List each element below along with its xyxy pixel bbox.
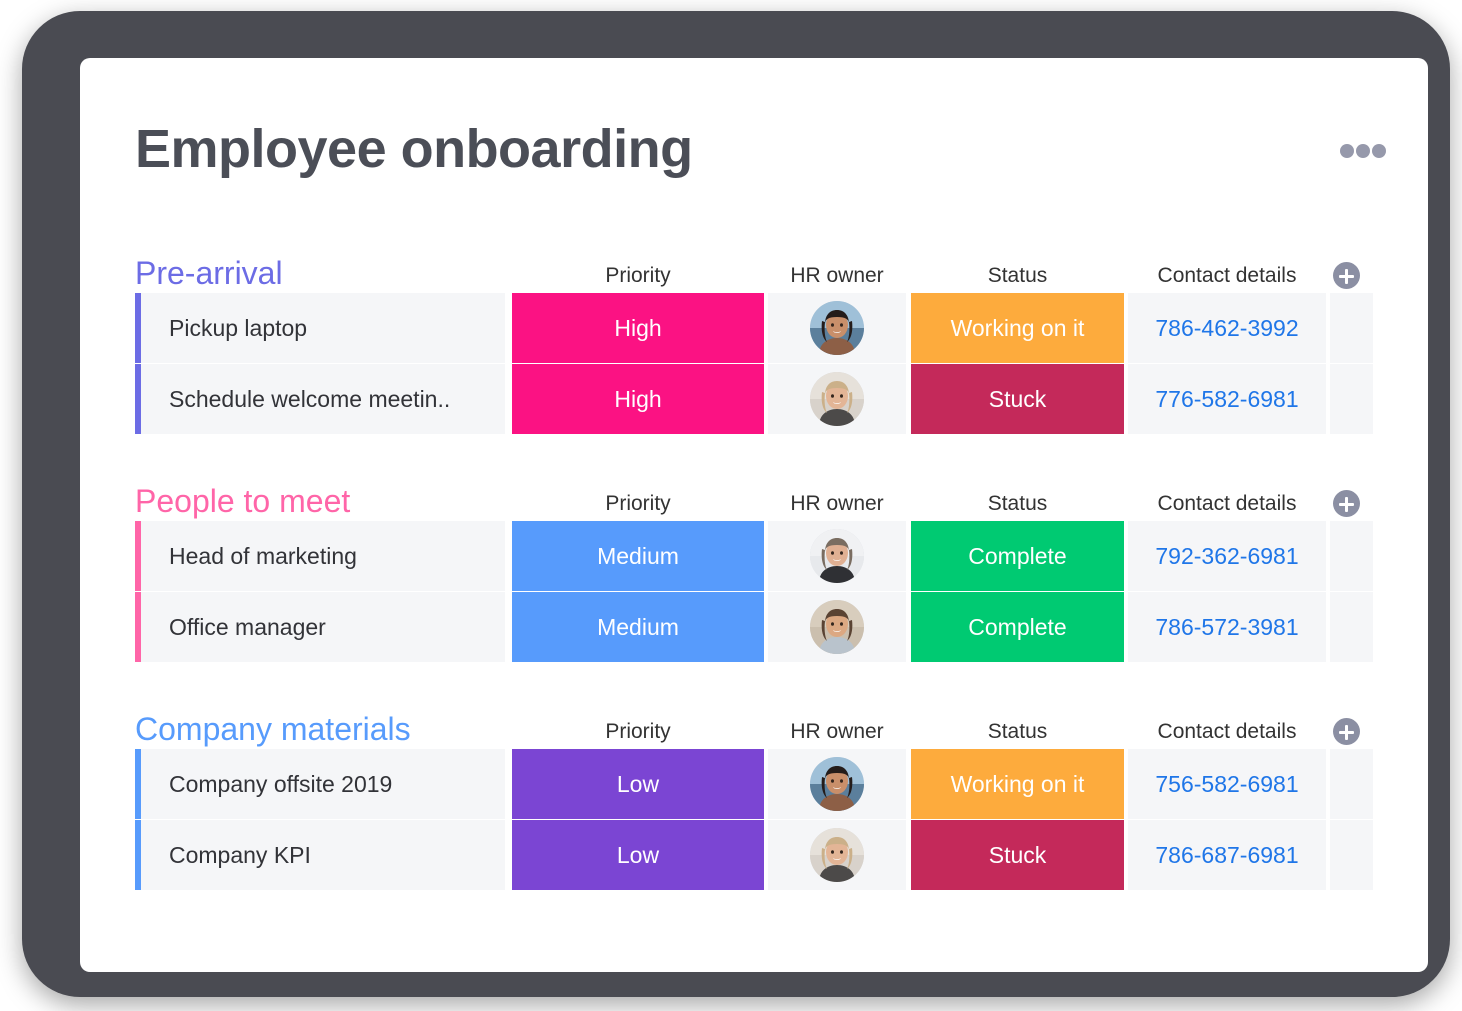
contact-phone-link[interactable]: 792-362-6981 [1128,521,1326,591]
priority-badge[interactable]: High [512,293,764,363]
add-column-button[interactable] [1333,490,1360,517]
priority-badge[interactable]: High [512,364,764,434]
group-header-row: Pre-arrival Priority HR owner Status Contact… [135,248,1373,292]
hr-owner-cell[interactable] [768,364,906,434]
table-row[interactable]: Schedule welcome meetin.. High Stuck 776-58… [135,364,1373,434]
column-header-owner[interactable]: HR owner [768,492,906,516]
add-column-button[interactable] [1333,262,1360,289]
board-group: Company materials Priority HR owner Status C… [135,704,1373,890]
status-badge[interactable]: Working on it [911,293,1124,363]
column-header-status[interactable]: Status [911,720,1124,744]
contact-phone-link[interactable]: 786-687-6981 [1128,820,1326,890]
row-extra-cell[interactable] [1330,293,1373,363]
column-header-owner[interactable]: HR owner [768,264,906,288]
contact-phone-link[interactable]: 776-582-6981 [1128,364,1326,434]
group-title[interactable]: People to meet [135,482,350,520]
row-item-name[interactable]: Company offsite 2019 [135,749,505,819]
status-badge[interactable]: Complete [911,592,1124,662]
board-group: Pre-arrival Priority HR owner Status Contact… [135,248,1373,434]
column-header-priority[interactable]: Priority [512,720,764,744]
table-row[interactable]: Pickup laptop High Working on it 786-462-39… [135,293,1373,363]
avatar[interactable] [810,600,864,654]
hr-owner-cell[interactable] [768,521,906,591]
column-header-contact[interactable]: Contact details [1128,492,1326,516]
group-header-row: People to meet Priority HR owner Status Cont… [135,476,1373,520]
table-row[interactable]: Head of marketing Medium Complete 792-362-6… [135,521,1373,591]
more-dot-icon [1372,144,1386,158]
status-badge[interactable]: Complete [911,521,1124,591]
row-item-name[interactable]: Head of marketing [135,521,505,591]
hr-owner-cell[interactable] [768,820,906,890]
hr-owner-cell[interactable] [768,749,906,819]
row-extra-cell[interactable] [1330,749,1373,819]
tablet-screen: Employee onboarding Pre-arrival Priority H… [80,58,1428,972]
status-badge[interactable]: Stuck [911,820,1124,890]
row-item-name[interactable]: Schedule welcome meetin.. [135,364,505,434]
row-extra-cell[interactable] [1330,592,1373,662]
table-row[interactable]: Company KPI Low Stuck 786-687-6981 [135,820,1373,890]
row-item-name[interactable]: Company KPI [135,820,505,890]
tablet-device-frame: Employee onboarding Pre-arrival Priority H… [22,11,1450,997]
priority-badge[interactable]: Low [512,820,764,890]
priority-badge[interactable]: Medium [512,592,764,662]
avatar[interactable] [810,757,864,811]
add-column-button[interactable] [1333,718,1360,745]
priority-badge[interactable]: Medium [512,521,764,591]
more-options-button[interactable] [1340,143,1386,159]
plus-icon [1345,724,1348,740]
hr-owner-cell[interactable] [768,592,906,662]
row-item-name[interactable]: Pickup laptop [135,293,505,363]
page-title: Employee onboarding [135,119,693,179]
plus-icon [1345,496,1348,512]
more-dot-icon [1340,144,1354,158]
column-header-owner[interactable]: HR owner [768,720,906,744]
row-extra-cell[interactable] [1330,521,1373,591]
board-group: People to meet Priority HR owner Status Cont… [135,476,1373,662]
row-extra-cell[interactable] [1330,364,1373,434]
avatar[interactable] [810,828,864,882]
column-header-status[interactable]: Status [911,264,1124,288]
contact-phone-link[interactable]: 786-572-3981 [1128,592,1326,662]
table-row[interactable]: Office manager Medium Complete 786-572-3981 [135,592,1373,662]
priority-badge[interactable]: Low [512,749,764,819]
status-badge[interactable]: Stuck [911,364,1124,434]
group-title[interactable]: Company materials [135,710,411,748]
contact-phone-link[interactable]: 756-582-6981 [1128,749,1326,819]
board-groups: Pre-arrival Priority HR owner Status Contact… [135,248,1373,890]
avatar[interactable] [810,372,864,426]
column-header-contact[interactable]: Contact details [1128,720,1326,744]
hr-owner-cell[interactable] [768,293,906,363]
plus-icon [1345,268,1348,284]
table-row[interactable]: Company offsite 2019 Low Working on it 756-… [135,749,1373,819]
column-header-priority[interactable]: Priority [512,264,764,288]
board-header: Employee onboarding [135,116,1386,188]
contact-phone-link[interactable]: 786-462-3992 [1128,293,1326,363]
column-header-priority[interactable]: Priority [512,492,764,516]
more-dot-icon [1356,144,1370,158]
avatar[interactable] [810,301,864,355]
row-item-name[interactable]: Office manager [135,592,505,662]
row-extra-cell[interactable] [1330,820,1373,890]
column-header-contact[interactable]: Contact details [1128,264,1326,288]
status-badge[interactable]: Working on it [911,749,1124,819]
avatar[interactable] [810,529,864,583]
group-title[interactable]: Pre-arrival [135,254,283,292]
group-header-row: Company materials Priority HR owner Status C… [135,704,1373,748]
column-header-status[interactable]: Status [911,492,1124,516]
